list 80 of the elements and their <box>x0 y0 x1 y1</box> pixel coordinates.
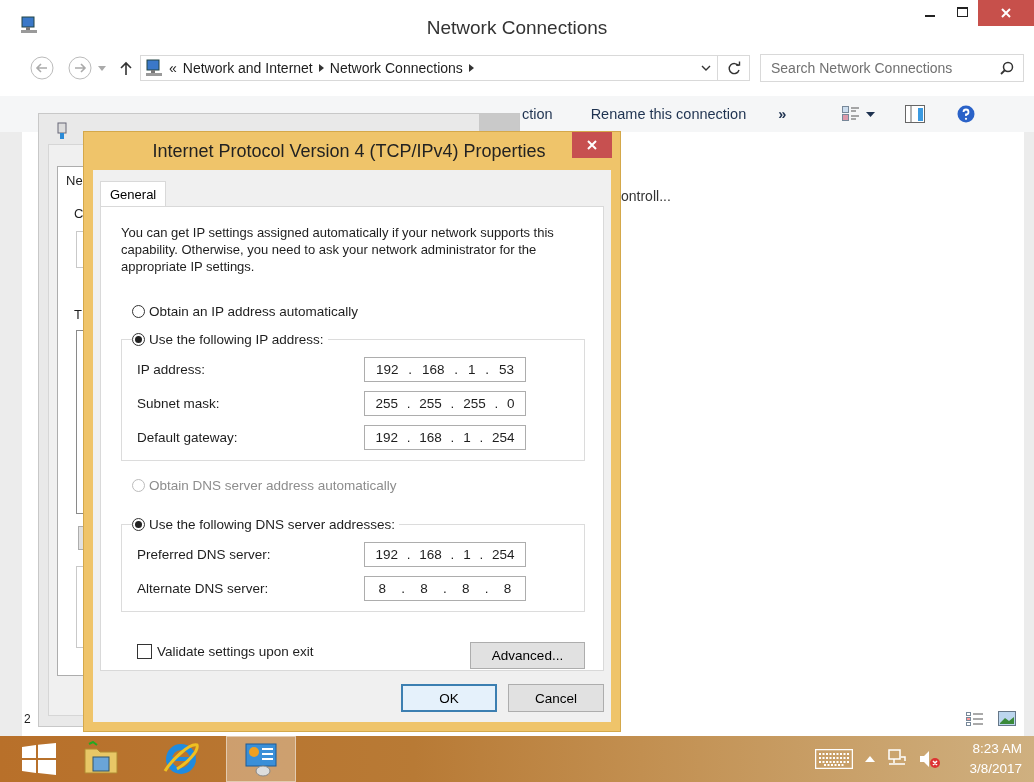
volume-button[interactable] <box>919 749 942 769</box>
details-view-button[interactable] <box>966 711 984 726</box>
muted-speaker-icon <box>919 749 942 769</box>
caret-down-icon <box>866 111 876 117</box>
field-label: Default gateway: <box>137 429 239 445</box>
radio-button[interactable] <box>132 304 145 318</box>
ip-address-field[interactable]: 8 . 8 . 8 . 8 <box>364 575 526 601</box>
checkbox-label[interactable]: Validate settings upon exit <box>157 644 314 659</box>
cancel-button[interactable]: Cancel <box>508 684 604 712</box>
show-hidden-icons-button[interactable] <box>865 756 876 762</box>
view-options-icon <box>842 106 861 122</box>
more-commands-button[interactable]: » <box>778 106 787 122</box>
preview-pane-icon <box>905 105 926 123</box>
dropdown-icon[interactable] <box>701 65 711 71</box>
label-text: C <box>74 206 84 221</box>
control-panel-icon <box>243 741 279 777</box>
ip-address-field[interactable]: 192 . 168 . 1 . 254 <box>364 424 526 450</box>
ok-button[interactable]: OK <box>401 684 497 712</box>
network-adapter-icon <box>57 122 67 140</box>
caret-up-icon <box>865 756 876 762</box>
dialog-title: Internet Protocol Version 4 (TCP/IPv4) Properties <box>152 140 546 162</box>
toolbar-item[interactable]: ction <box>522 106 553 122</box>
change-view-button[interactable] <box>842 106 876 122</box>
radio-label[interactable]: Use the following IP address: <box>149 331 324 347</box>
advanced-button[interactable]: Advanced... <box>470 642 585 669</box>
help-icon <box>957 105 976 123</box>
search-field[interactable]: Search Network Connections <box>760 54 1024 82</box>
network-icon <box>145 59 163 77</box>
status-text: 2 <box>24 712 31 726</box>
details-view-icon <box>966 711 984 726</box>
folder-icon <box>83 741 119 777</box>
field-label: Alternate DNS server: <box>137 580 270 596</box>
ip-address-field[interactable]: 192 . 168 . 1 . 254 <box>364 541 526 567</box>
large-icons-view-button[interactable] <box>998 711 1016 726</box>
maximize-icon <box>956 7 968 17</box>
help-button[interactable] <box>957 105 976 123</box>
start-button[interactable] <box>22 743 56 775</box>
breadcrumb[interactable]: Network and Internet <box>182 60 313 76</box>
refresh-icon <box>726 61 741 75</box>
radio-label[interactable]: Use the following DNS server addresses: <box>149 516 396 532</box>
field-label: Preferred DNS server: <box>137 546 272 562</box>
keyboard-icon <box>815 749 854 769</box>
ip-address-field[interactable]: 192 . 168 . 1 . 53 <box>364 356 526 382</box>
close-button[interactable] <box>978 0 1034 26</box>
close-icon <box>1001 8 1011 18</box>
label-text: T <box>74 307 82 322</box>
field-label: Subnet mask: <box>137 395 221 411</box>
tab[interactable]: General <box>100 181 167 206</box>
breadcrumb[interactable]: Network Connections <box>329 60 463 76</box>
search-icon <box>1000 61 1014 75</box>
touch-keyboard-button[interactable] <box>815 749 854 769</box>
radio-button[interactable] <box>132 332 145 346</box>
radio-button[interactable] <box>132 517 145 531</box>
field-label: IP address: <box>137 361 207 377</box>
chevron-right-icon[interactable] <box>318 64 324 72</box>
minimize-icon <box>925 15 935 17</box>
browser-icon <box>163 741 199 777</box>
radio-label[interactable]: Obtain an IP address automatically <box>149 303 359 319</box>
up-arrow-icon <box>120 61 132 75</box>
tab[interactable]: Ne <box>57 166 84 190</box>
close-button[interactable] <box>572 132 612 158</box>
chevron-right-icon[interactable] <box>468 64 474 72</box>
overflow-chevron[interactable]: « <box>169 60 177 76</box>
window-title: Network Connections <box>426 17 608 39</box>
description-text: You can get IP settings assigned automatically if your network supports this capability. Otherwise, you need to ask your network administrator for the appropriate IP settings. <box>121 224 555 275</box>
taskbar-app[interactable] <box>226 736 296 782</box>
ip-address-field[interactable]: 255 . 255 . 255 . 0 <box>364 390 526 416</box>
refresh-button[interactable] <box>718 55 750 81</box>
windows-logo-icon <box>22 743 56 775</box>
caret-down-icon <box>98 65 106 71</box>
recent-locations-button[interactable] <box>98 65 106 71</box>
rename-button[interactable]: Rename this connection <box>590 106 747 122</box>
address-bar[interactable]: « Network and Internet Network Connections <box>140 55 718 81</box>
picture-icon <box>998 711 1016 726</box>
network-icon <box>20 16 38 34</box>
preview-pane-button[interactable] <box>905 105 926 123</box>
connection-description: ontroll... <box>621 188 671 204</box>
checkbox[interactable] <box>137 644 152 659</box>
close-icon <box>587 140 597 150</box>
up-button[interactable] <box>120 61 132 75</box>
